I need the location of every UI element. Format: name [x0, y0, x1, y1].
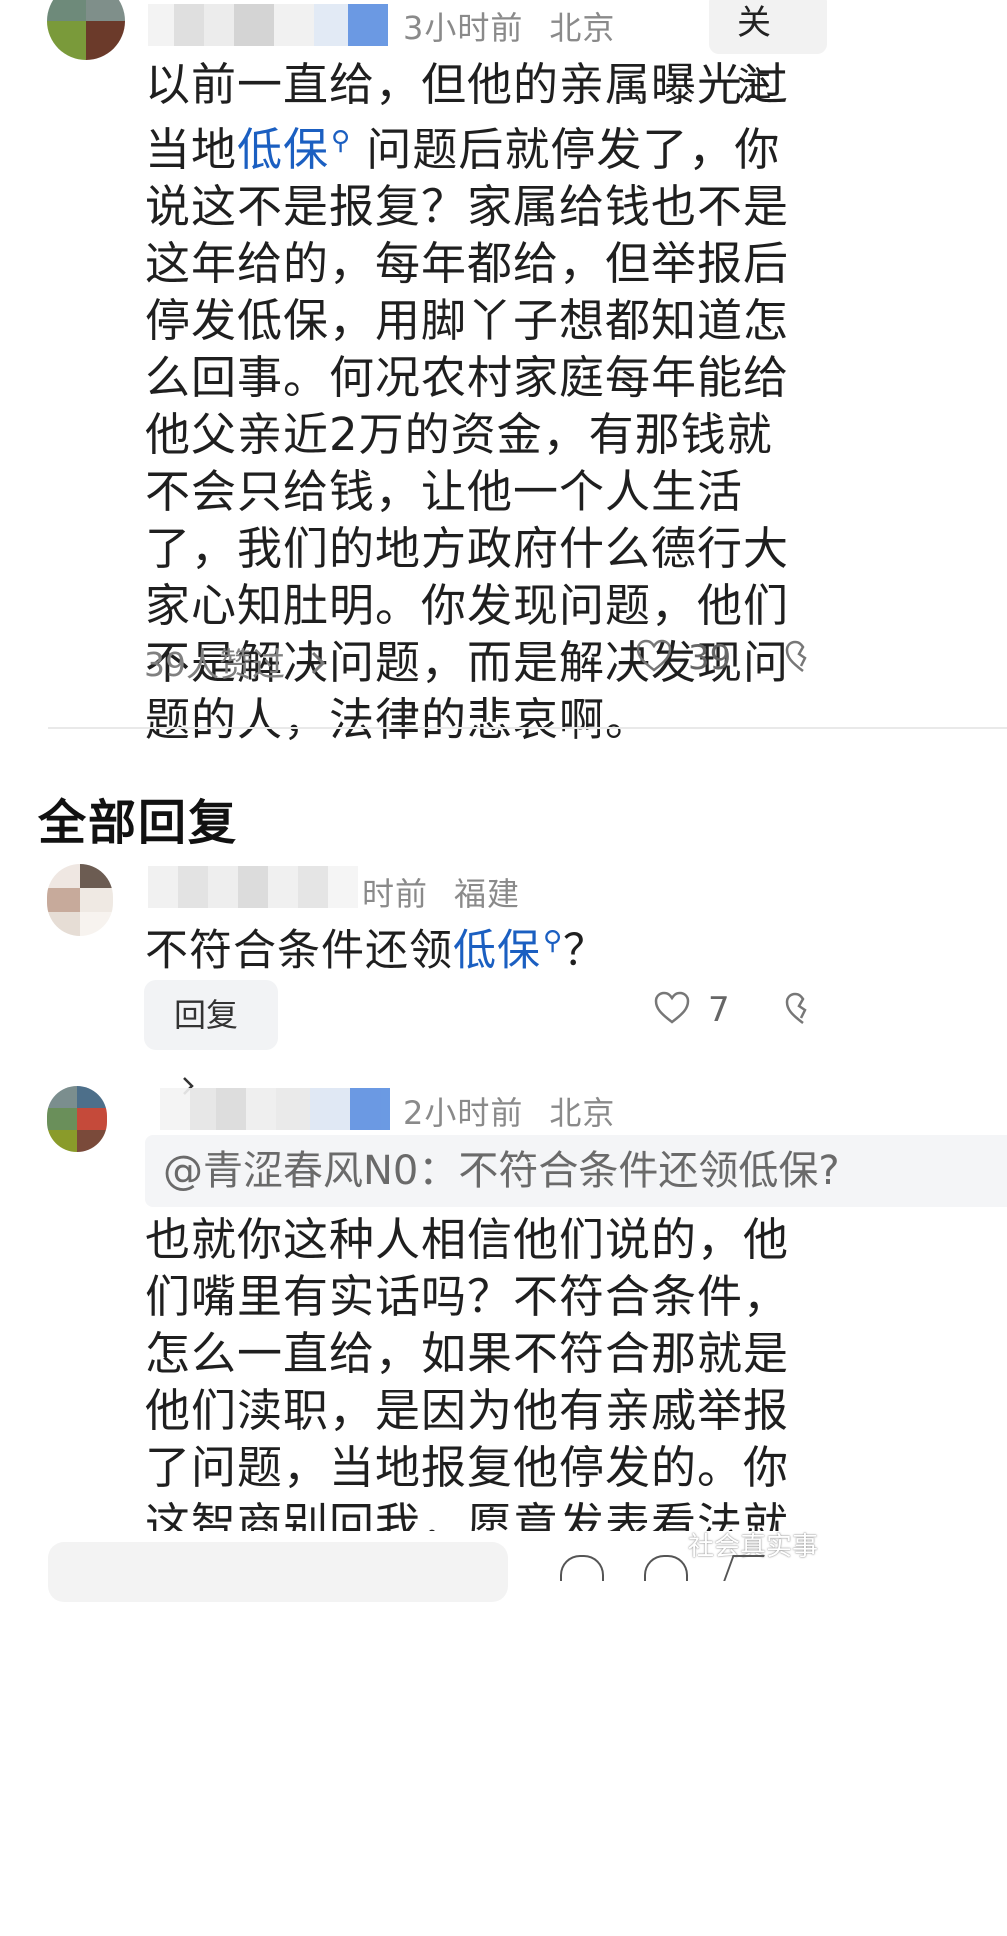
reply-location: 福建 [454, 875, 521, 913]
toolbar-icons [560, 1555, 820, 1585]
like-button[interactable]: 39 [636, 638, 731, 678]
reply-button-label: 回复 [174, 996, 239, 1034]
username[interactable] [148, 4, 388, 46]
reply-meta: 时前 福建 [362, 869, 520, 915]
reply-text-part1: 不符合条件还领 [145, 926, 453, 976]
broken-heart-icon[interactable] [785, 992, 821, 1030]
reply-avatar[interactable] [47, 1086, 107, 1152]
search-marker-icon: ⚲ [331, 126, 352, 156]
reply-time: 2小时前 [403, 1094, 524, 1132]
avatar[interactable] [47, 0, 125, 60]
broken-heart-icon[interactable] [785, 640, 821, 678]
reply-button[interactable]: 回复 [144, 980, 278, 1095]
keyword-text: 低保 [453, 926, 541, 976]
reply-avatar[interactable] [47, 864, 113, 936]
reply-time: 时前 [362, 875, 429, 913]
comment-meta: 3小时前 北京 [403, 3, 615, 49]
keyword-part-a: 低 [237, 123, 284, 176]
like-count: 7 [708, 990, 730, 1030]
comment-location: 北京 [549, 9, 616, 47]
quoted-reply[interactable]: @青涩春风N0：不符合条件还领低保? [145, 1135, 1007, 1207]
reply-username[interactable] [148, 866, 358, 908]
reply-text: 也就你这种人相信他们说的，他们嘴里有实话吗？不符合条件，怎么一直给，如果不符合那… [145, 1211, 810, 1531]
comment-input-bar[interactable] [48, 1542, 508, 1602]
section-title: 全部回复 [38, 795, 239, 851]
likes-summary-text: 39人赞过 [144, 645, 285, 684]
keyword-link-dibao[interactable]: 低保⚲ [453, 926, 563, 976]
comment-icon[interactable] [644, 1555, 688, 1581]
quoted-reply-text: @青涩春风N0：不符合条件还领低保? [163, 1148, 840, 1194]
comment-time: 3小时前 [403, 9, 524, 47]
reply-meta: 2小时前 北京 [403, 1088, 615, 1134]
heart-icon [636, 639, 672, 677]
heart-icon [654, 991, 690, 1029]
reply-text: 不符合条件还领低保⚲？ [145, 913, 805, 980]
keyword-part-b: 保 [283, 123, 330, 176]
follow-button[interactable]: 关注 [709, 0, 827, 105]
reply-username[interactable] [160, 1088, 390, 1130]
share-icon[interactable] [723, 1555, 765, 1581]
like-count: 39 [688, 638, 732, 678]
keyword-link-dibao[interactable]: 低保⚲ [237, 123, 351, 176]
chevron-right-icon [310, 645, 326, 684]
search-marker-icon: ⚲ [543, 926, 564, 956]
reply-text-part2: ？ [563, 926, 608, 976]
divider [48, 727, 1007, 729]
likes-summary[interactable]: 39人赞过 [144, 638, 326, 686]
heart-icon[interactable] [560, 1555, 604, 1581]
reply-location: 北京 [549, 1094, 616, 1132]
reply-text-content: 也就你这种人相信他们说的，他们嘴里有实话吗？不符合条件，怎么一直给，如果不符合那… [145, 1213, 790, 1531]
like-button[interactable]: 7 [654, 990, 730, 1030]
